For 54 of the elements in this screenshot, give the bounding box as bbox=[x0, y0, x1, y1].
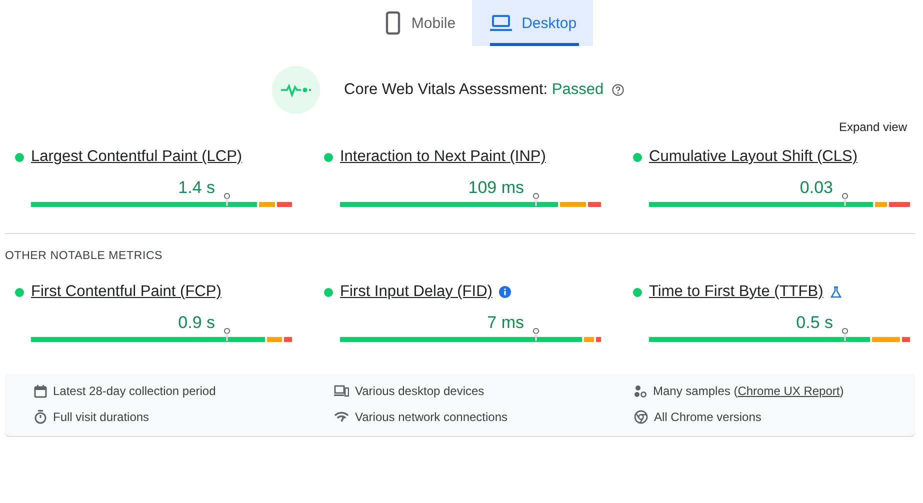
percentile-marker bbox=[532, 328, 540, 341]
timer-icon bbox=[34, 410, 47, 424]
expand-view-button[interactable]: Expand view bbox=[838, 120, 907, 134]
distribution-segment bbox=[872, 337, 900, 342]
distribution-segment bbox=[259, 202, 275, 207]
metric-value: 7 ms bbox=[486, 313, 524, 333]
section-heading: OTHER NOTABLE METRICS bbox=[5, 250, 164, 262]
percentile-marker bbox=[223, 328, 231, 341]
info-text: Full visit durations bbox=[53, 410, 150, 424]
info-text: Various network connections bbox=[355, 410, 508, 424]
info-icon[interactable] bbox=[499, 286, 512, 298]
device-tab[interactable]: Mobile bbox=[375, 0, 472, 46]
metric-value: 1.4 s bbox=[177, 178, 215, 198]
metric-link[interactable]: First Input Delay (FID) bbox=[340, 283, 492, 301]
distribution-segment bbox=[276, 202, 292, 207]
report-link[interactable]: Chrome UX Report bbox=[738, 384, 840, 398]
info-text: Various desktop devices bbox=[355, 384, 484, 398]
phone-icon bbox=[385, 11, 402, 35]
flask-icon[interactable] bbox=[830, 286, 842, 298]
metric-link[interactable]: First Contentful Paint (FCP) bbox=[31, 283, 222, 301]
calendar-icon bbox=[34, 384, 47, 398]
metric-link[interactable]: Largest Contentful Paint (LCP) bbox=[31, 148, 242, 166]
assessment-text: Core Web Vitals Assessment: Passed bbox=[344, 81, 604, 99]
heartbeat-icon bbox=[272, 66, 320, 114]
distribution-segment bbox=[584, 337, 594, 342]
metric-value: 109 ms bbox=[467, 178, 524, 198]
distribution-segment bbox=[588, 202, 601, 207]
metric-value: 0.9 s bbox=[177, 313, 215, 333]
help-icon[interactable] bbox=[612, 84, 624, 96]
devices-icon bbox=[334, 385, 349, 397]
distribution-segment bbox=[874, 202, 888, 207]
distribution-segment bbox=[560, 202, 586, 207]
metric-value: 0.5 s bbox=[795, 313, 833, 333]
device-tab[interactable]: Desktop bbox=[472, 0, 593, 46]
dots-icon bbox=[634, 384, 647, 398]
metric-link[interactable]: Interaction to Next Paint (INP) bbox=[340, 148, 546, 166]
distribution-segment bbox=[266, 337, 282, 342]
distribution-segment bbox=[889, 202, 910, 207]
signal-icon bbox=[334, 411, 349, 423]
info-text: All Chrome versions bbox=[654, 410, 762, 424]
distribution-segment bbox=[284, 337, 292, 342]
info-text: Latest 28-day collection period bbox=[53, 384, 216, 398]
info-text: Many samples (Chrome UX Report) bbox=[653, 384, 844, 398]
percentile-marker bbox=[532, 193, 540, 206]
percentile-marker bbox=[841, 328, 849, 341]
percentile-marker bbox=[223, 193, 231, 206]
metric-link[interactable]: Time to First Byte (TTFB) bbox=[649, 283, 824, 301]
percentile-marker bbox=[841, 193, 849, 206]
chrome-icon bbox=[634, 410, 648, 424]
metric-link[interactable]: Cumulative Layout Shift (CLS) bbox=[649, 148, 858, 166]
laptop-icon bbox=[490, 14, 512, 32]
metric-value: 0.03 bbox=[798, 178, 833, 198]
distribution-segment bbox=[902, 337, 910, 342]
distribution-segment bbox=[596, 337, 601, 342]
